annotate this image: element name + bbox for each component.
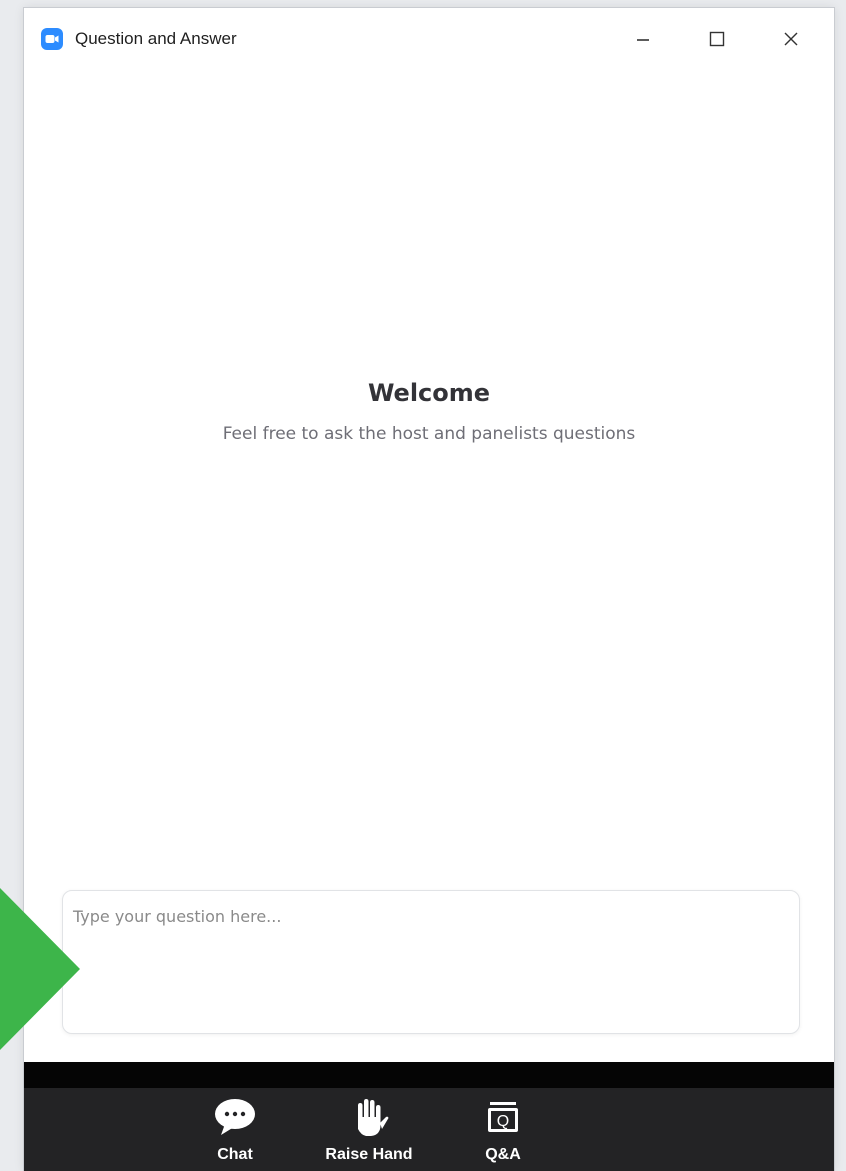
svg-text:Q: Q (497, 1113, 509, 1130)
chat-bubble-icon (175, 1097, 295, 1139)
qa-window: Question and Answer Welcome Feel free to… (24, 8, 834, 1171)
raise-hand-button[interactable]: Raise Hand (309, 1088, 429, 1171)
welcome-heading: Welcome (367, 379, 491, 407)
toolbar-divider (24, 1062, 834, 1088)
bottom-toolbar: Chat Raise Hand Q Q&A (24, 1088, 834, 1171)
qa-button[interactable]: Q Q&A (443, 1088, 563, 1171)
window-title: Question and Answer (75, 29, 237, 48)
question-box (62, 890, 800, 1034)
close-icon (784, 32, 798, 46)
chat-button[interactable]: Chat (175, 1088, 295, 1171)
maximize-button[interactable] (694, 18, 740, 60)
minimize-button[interactable] (620, 18, 666, 60)
welcome-subtitle: Feel free to ask the host and panelists … (222, 424, 636, 444)
minimize-icon (637, 39, 649, 41)
title-bar[interactable]: Question and Answer (24, 8, 834, 72)
question-input[interactable] (63, 891, 799, 1033)
close-button[interactable] (768, 18, 814, 60)
zoom-app-icon (41, 28, 63, 50)
raise-hand-icon (309, 1097, 429, 1139)
maximize-icon (709, 31, 725, 47)
raise-hand-label: Raise Hand (325, 1146, 413, 1163)
qa-icon: Q (443, 1097, 563, 1139)
green-arrow-icon (0, 888, 80, 1050)
chat-label: Chat (217, 1146, 253, 1163)
qa-label: Q&A (485, 1146, 521, 1163)
